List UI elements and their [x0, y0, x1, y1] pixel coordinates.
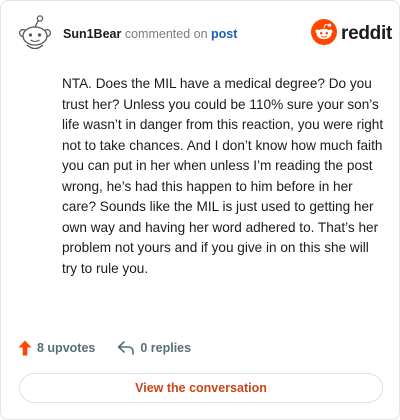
- reply-count: 0 replies: [140, 341, 192, 355]
- view-conversation-button[interactable]: View the conversation: [19, 373, 383, 403]
- upvote-button[interactable]: 8 upvotes: [18, 340, 95, 356]
- reply-arrow-icon: [117, 340, 140, 356]
- comment-header: Sun1Bear commented on post: [63, 27, 237, 41]
- reddit-wordmark: reddit: [341, 23, 392, 44]
- reddit-brand-logo[interactable]: reddit: [311, 18, 392, 50]
- post-link[interactable]: post: [211, 27, 237, 41]
- comment-text: NTA. Does the MIL have a medical degree?…: [62, 76, 384, 276]
- snoo-avatar-icon[interactable]: [18, 15, 52, 53]
- comment-card: Sun1Bear commented on post reddit NTA. D…: [0, 0, 400, 420]
- header-action-text: commented on: [124, 27, 208, 41]
- arrow-up-icon: [18, 340, 37, 356]
- upvote-count: 8 upvotes: [37, 341, 96, 355]
- reply-button[interactable]: 0 replies: [117, 340, 191, 356]
- username[interactable]: Sun1Bear: [63, 27, 121, 41]
- reddit-alien-icon: [311, 18, 337, 50]
- comment-actions: 8 upvotes 0 replies: [18, 339, 191, 357]
